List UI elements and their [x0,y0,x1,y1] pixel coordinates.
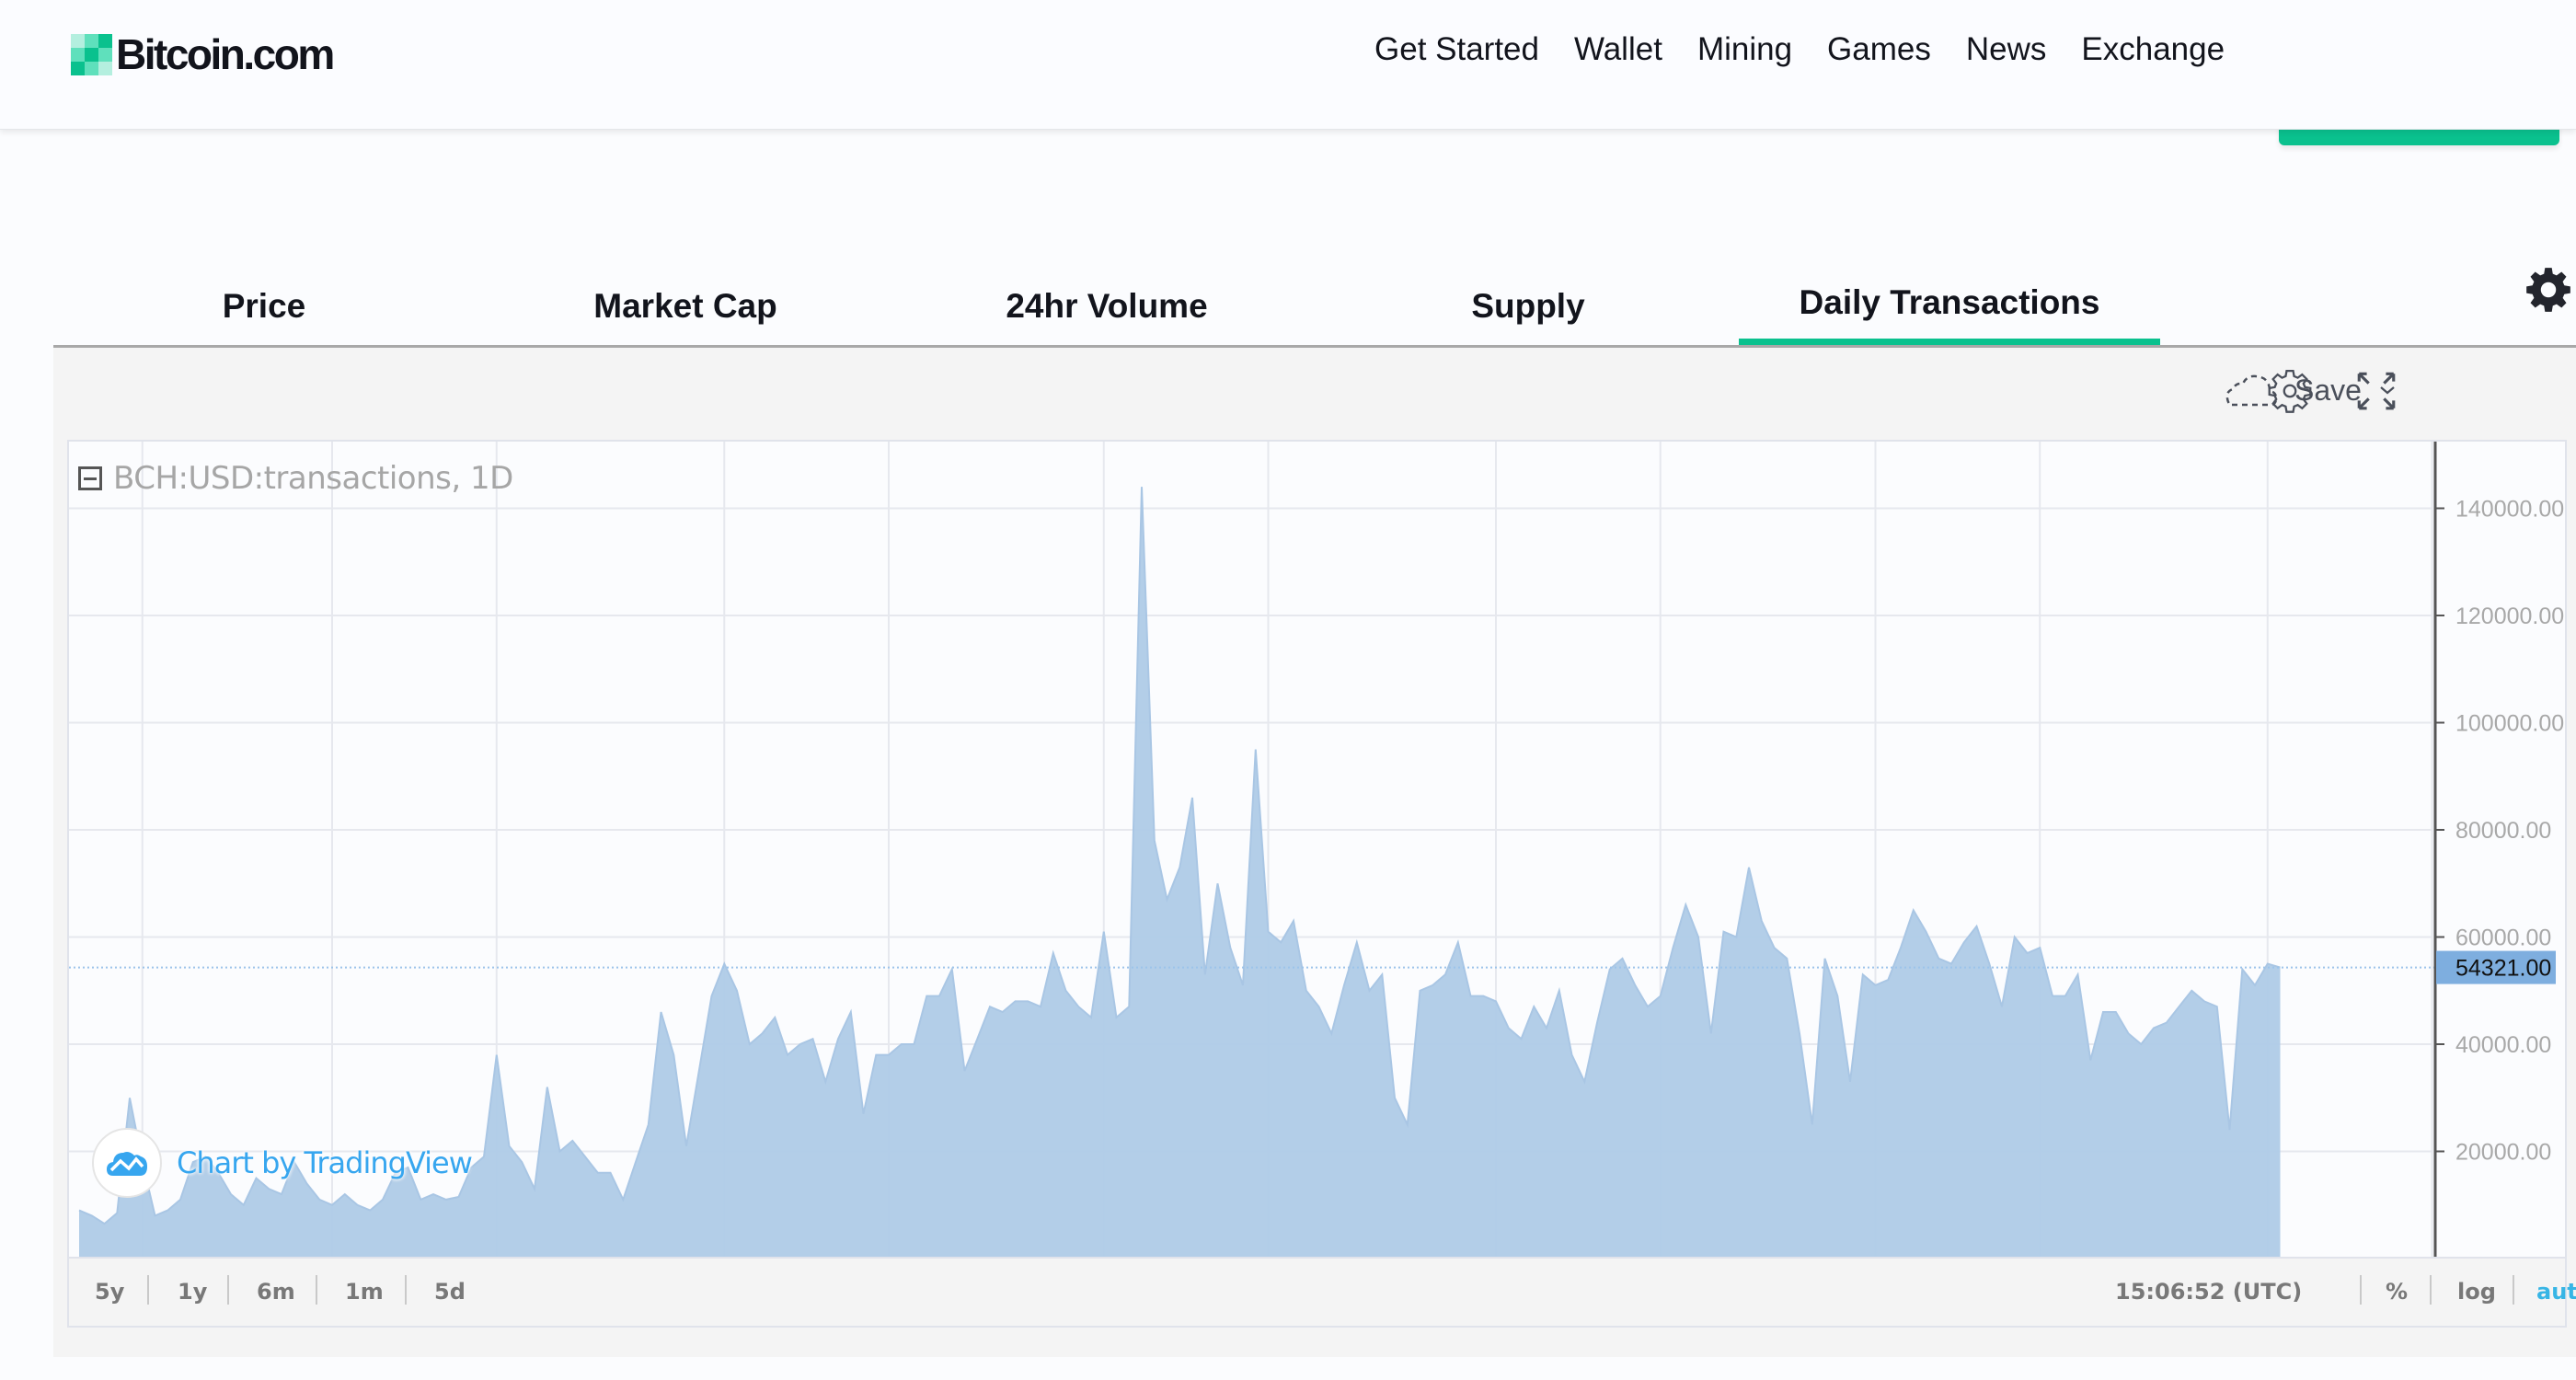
tab-24hr-volume[interactable]: 24hr Volume [896,267,1317,345]
divider [316,1275,317,1305]
tab-market-cap[interactable]: Market Cap [475,267,896,345]
fullscreen-icon[interactable] [2353,368,2399,414]
divider [227,1275,229,1305]
tradingview-label: Chart by TradingView [177,1145,473,1180]
settings-gear-icon[interactable] [2524,266,2572,314]
y-tick-label: 140000.00 [2455,497,2564,523]
tab-price[interactable]: Price [53,267,475,345]
utc-clock[interactable]: 15:06:52 (UTC) [2115,1279,2302,1305]
y-tick-label: 80000.00 [2455,818,2551,844]
tradingview-logo-icon [92,1128,162,1198]
range-1y[interactable]: 1y [178,1279,207,1305]
y-tick-label: 100000.00 [2455,711,2564,737]
range-5y[interactable]: 5y [95,1279,124,1305]
tab-supply[interactable]: Supply [1317,267,1739,345]
y-tick-label: 20000.00 [2455,1140,2551,1166]
logo-text: Bitcoin.com [116,30,335,78]
divider [2360,1275,2362,1305]
range-5d[interactable]: 5d [434,1279,466,1305]
nav-news[interactable]: News [1966,31,2047,68]
tradingview-attribution[interactable]: Chart by TradingView [92,1128,473,1198]
auto-scale-toggle[interactable]: auto [2536,1279,2576,1305]
range-1m[interactable]: 1m [345,1279,384,1305]
nav-games[interactable]: Games [1827,31,1931,68]
divider [147,1275,149,1305]
chart-settings-icon[interactable] [2267,368,2313,414]
tab-daily-transactions[interactable]: Daily Transactions [1739,267,2160,345]
divider [405,1275,407,1305]
bitcoin-com-logo[interactable]: Bitcoin.com [71,30,335,78]
site-header: Bitcoin.com Get Started Wallet Mining Ga… [0,0,2576,130]
log-scale-toggle[interactable]: log [2457,1279,2496,1305]
divider [2513,1275,2514,1305]
chart-tabs: Price Market Cap 24hr Volume Supply Dail… [53,267,2576,348]
legend-symbol: BCH:USD:transactions, 1D [113,460,513,497]
y-tick-label: 60000.00 [2455,926,2551,951]
range-6m[interactable]: 6m [257,1279,295,1305]
divider [2430,1275,2432,1305]
y-tick-label: 120000.00 [2455,604,2564,629]
chart-widget: Save 20000.00 40000.00 60000.00 80000.00 100… [53,348,2576,1357]
nav-mining[interactable]: Mining [1697,31,1792,68]
last-value-label: 54321.00 [2455,956,2551,982]
nav-wallet[interactable]: Wallet [1574,31,1662,68]
logo-mark-icon [71,33,112,75]
chart-bottom-toolbar: 5y 1y 6m 1m 5d 15:06:52 (UTC) % log auto [67,1259,2576,1328]
main-nav: Get Started Wallet Mining Games News Exc… [1374,31,2225,68]
percent-scale-toggle[interactable]: % [2386,1279,2408,1305]
nav-exchange[interactable]: Exchange [2081,31,2225,68]
nav-get-started[interactable]: Get Started [1374,31,1539,68]
chart-top-toolbar: Save [53,348,2576,436]
series-legend: BCH:USD:transactions, 1D [78,460,513,497]
collapse-legend-icon[interactable] [78,466,102,490]
y-tick-label: 40000.00 [2455,1032,2551,1058]
